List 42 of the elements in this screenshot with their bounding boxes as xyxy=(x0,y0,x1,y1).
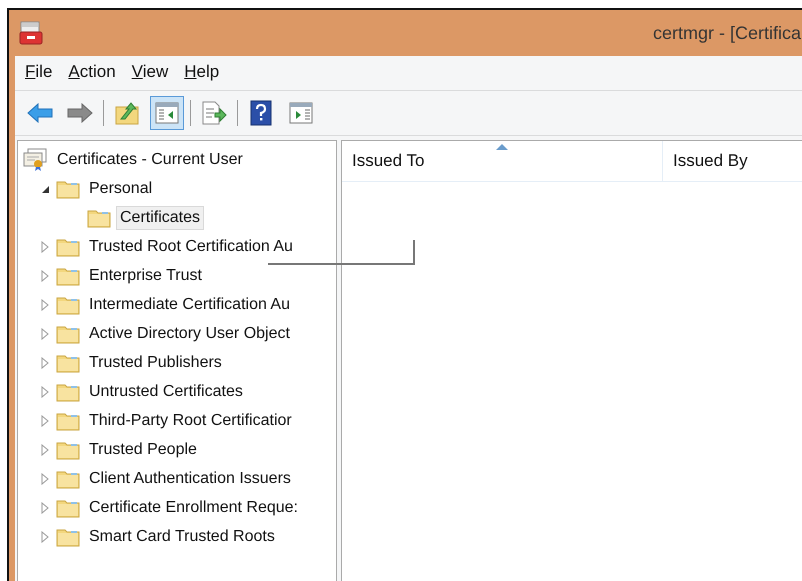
folder-icon xyxy=(56,468,80,488)
folder-icon xyxy=(56,178,80,198)
tree-root[interactable]: Certificates - Current User xyxy=(53,148,247,172)
tree-item[interactable]: Certificates xyxy=(116,206,204,230)
folder-icon xyxy=(56,382,80,402)
certificate-icon xyxy=(22,148,48,172)
help-icon xyxy=(250,100,272,126)
tree-item[interactable]: Untrusted Certificates xyxy=(85,380,247,404)
menu-item[interactable]: Action xyxy=(68,62,116,84)
tree-item[interactable]: Trusted Publishers xyxy=(85,350,226,374)
forward-arrow-icon xyxy=(67,103,93,123)
tree-item[interactable]: Client Authentication Issuers xyxy=(85,466,295,490)
back-arrow-icon xyxy=(27,103,53,123)
folder-icon xyxy=(56,324,80,344)
folder-icon xyxy=(56,352,80,372)
console-tree-icon xyxy=(155,102,179,124)
folder-up-icon xyxy=(115,101,139,125)
tree-item[interactable]: Trusted Root Certification Au xyxy=(85,234,297,258)
folder-icon xyxy=(56,498,80,518)
tree-item[interactable]: Active Directory User Object xyxy=(85,322,294,346)
folder-icon xyxy=(56,440,80,460)
folder-icon xyxy=(56,294,80,314)
tree-item[interactable]: Intermediate Certification Au xyxy=(85,292,294,316)
menu-item[interactable]: View xyxy=(132,62,168,84)
folder-icon xyxy=(87,208,111,228)
tree-item[interactable]: Trusted People xyxy=(85,438,201,462)
tree-item[interactable]: Certificate Enrollment Reque: xyxy=(85,496,302,520)
export-list-icon xyxy=(201,101,227,125)
folder-icon xyxy=(56,266,80,286)
app-icon xyxy=(19,21,43,45)
menu-item[interactable]: File xyxy=(25,62,52,84)
folder-icon xyxy=(56,526,80,546)
tree-item[interactable]: Enterprise Trust xyxy=(85,264,206,288)
window-title: certmgr - [Certifica xyxy=(652,22,802,44)
menu-item[interactable]: Help xyxy=(184,62,220,84)
tree-item[interactable]: Third-Party Root Certificatior xyxy=(85,408,296,432)
tree-item[interactable]: Smart Card Trusted Roots xyxy=(85,524,279,548)
folder-icon xyxy=(56,236,80,256)
tree-item[interactable]: Personal xyxy=(85,176,156,200)
folder-icon xyxy=(56,410,80,430)
sort-ascending-icon xyxy=(496,144,508,150)
action-pane-icon xyxy=(289,102,313,124)
